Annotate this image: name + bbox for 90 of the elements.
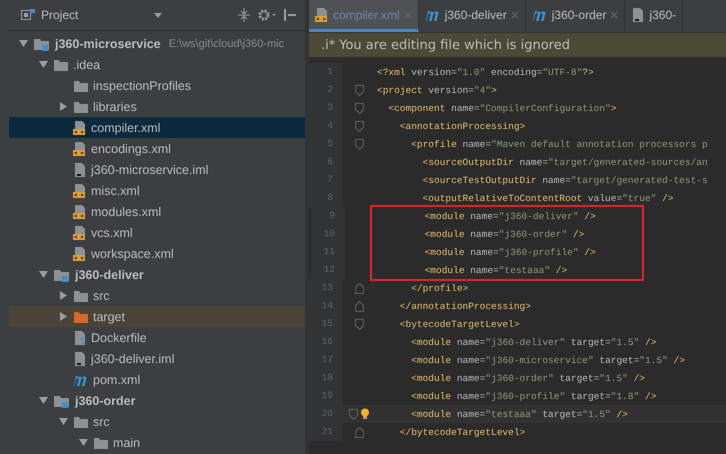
folder-icon <box>53 58 69 72</box>
xml-file-icon <box>73 182 87 198</box>
expand-arrow-icon[interactable] <box>38 396 48 405</box>
code-line: <?xml version="1.0" encoding="UTF-8"?> <box>376 66 594 78</box>
module-file-icon <box>73 162 87 178</box>
tree-item[interactable]: inspectionProfiles <box>9 75 305 96</box>
tree-item[interactable]: encodings.xml <box>9 138 305 159</box>
fold-marker-icon[interactable] <box>354 300 364 312</box>
code-line: <module name="j360-order" /> <box>424 228 584 240</box>
tree-item[interactable]: src <box>9 285 305 306</box>
code-line: <annotationProcessing> <box>398 120 526 132</box>
xml-file-icon <box>73 140 87 156</box>
code-line: <component name="CompilerConfiguration"> <box>387 102 616 114</box>
code-line: </profile> <box>410 282 468 294</box>
settings-icon[interactable] <box>257 8 278 22</box>
panel-title[interactable]: Project <box>41 8 78 22</box>
fold-marker-icon[interactable] <box>354 426 364 438</box>
folder-icon <box>73 310 89 324</box>
editor-tab[interactable]: j360-order <box>526 0 626 32</box>
code-line: <profile name="Maven default annotation processors p <box>410 138 708 150</box>
code-line: <project version="4"> <box>376 84 497 96</box>
xml-file-icon <box>73 204 87 220</box>
folder-icon <box>73 288 89 302</box>
tree-item[interactable]: .idea <box>9 54 305 75</box>
editor-tab[interactable]: j360-deliver <box>418 0 526 32</box>
fold-marker-icon[interactable] <box>354 318 364 330</box>
fold-marker-icon[interactable] <box>354 84 364 96</box>
expand-arrow-icon[interactable] <box>58 417 68 426</box>
folder-icon <box>93 436 109 450</box>
fold-marker-icon[interactable] <box>354 102 364 114</box>
xml-file-icon <box>73 120 87 136</box>
xml-file-icon <box>73 224 87 240</box>
tree-item[interactable]: j360-deliver <box>9 264 305 285</box>
folder-icon <box>73 414 89 428</box>
tree-item[interactable]: modules.xml <box>9 201 305 222</box>
code-line: <module name="j360-microservice" target="1.5" /> <box>410 354 685 366</box>
project-view-icon <box>21 9 35 21</box>
expand-arrow-icon[interactable] <box>38 60 48 69</box>
folder-icon <box>73 100 89 114</box>
tree-item[interactable]: src <box>9 411 305 432</box>
code-line: <bytecodeTargetLevel> <box>398 318 520 330</box>
folder-icon <box>73 78 89 92</box>
pin-icon[interactable] <box>283 8 298 22</box>
code-line: <sourceTestOutputDir name="target/generated-test-s <box>422 174 708 186</box>
code-line: <module name="j360-profile" /> <box>424 246 596 258</box>
code-line: <module name="j360-deliver" /> <box>424 210 596 222</box>
tree-item[interactable]: workspace.xml <box>9 243 305 264</box>
code-line: </bytecodeTargetLevel> <box>398 426 526 438</box>
collapse-arrow-icon[interactable] <box>58 102 68 111</box>
code-line: <module name="j360-deliver" target="1.5" /> <box>410 336 656 348</box>
code-line: <module name="testaaa" /> <box>424 264 568 276</box>
code-line: </annotationProcessing> <box>398 300 531 312</box>
collapse-all-icon[interactable] <box>237 8 252 22</box>
tree-item[interactable]: pom.xml <box>9 369 305 390</box>
tree-item[interactable]: compiler.xml <box>9 117 305 138</box>
collapse-arrow-icon[interactable] <box>58 291 68 300</box>
banner-message: You are editing file which is ignored <box>339 38 570 52</box>
code-line: <module name="j360-order" target="1.5" /> <box>410 372 645 384</box>
expand-arrow-icon[interactable] <box>38 270 48 279</box>
tree-item[interactable]: j360-microservice.iml <box>9 159 305 180</box>
fold-marker-icon[interactable] <box>348 408 358 420</box>
expand-arrow-icon[interactable] <box>18 39 28 48</box>
project-path: E:\ws\git\cloud\j360-mic <box>168 38 284 50</box>
fold-marker-icon[interactable] <box>354 282 364 294</box>
tree-item[interactable]: target <box>9 306 305 327</box>
fold-marker-icon[interactable] <box>354 138 364 150</box>
tree-item[interactable]: j360-microservice E:\ws\git\cloud\j360-mic <box>9 33 305 54</box>
ignored-file-label: .i* <box>321 38 336 52</box>
tree-item[interactable]: misc.xml <box>9 180 305 201</box>
dropdown-caret-icon[interactable] <box>154 12 162 18</box>
file-icon <box>73 330 87 346</box>
tree-item[interactable]: vcs.xml <box>9 222 305 243</box>
xml-file-icon <box>315 6 329 22</box>
xml-file-icon <box>73 246 87 262</box>
tree-item[interactable]: main <box>9 432 305 453</box>
expand-arrow-icon[interactable] <box>78 438 88 447</box>
tree-item[interactable]: j360-deliver.iml <box>9 348 305 369</box>
tree-item[interactable]: Dockerfile <box>9 327 305 348</box>
code-line: <module name="j360-profile" target="1.8" /> <box>410 390 656 402</box>
collapse-arrow-icon[interactable] <box>58 312 68 321</box>
module-file-icon <box>631 6 646 22</box>
tree-item[interactable]: j360-order <box>9 390 305 411</box>
code-line: <outputRelativeToContentRoot value="true" /> <box>422 192 674 204</box>
code-line: <module name="testaaa" target="1.5" /> <box>410 408 628 420</box>
fold-marker-icon[interactable] <box>354 120 364 132</box>
module-file-icon <box>73 350 87 366</box>
editor-tab[interactable]: j360- <box>625 0 684 32</box>
lightbulb-icon[interactable] <box>360 408 370 420</box>
tree-item[interactable]: libraries <box>9 96 305 117</box>
code-line: <sourceOutputDir name="target/generated-sources/an <box>422 156 708 168</box>
